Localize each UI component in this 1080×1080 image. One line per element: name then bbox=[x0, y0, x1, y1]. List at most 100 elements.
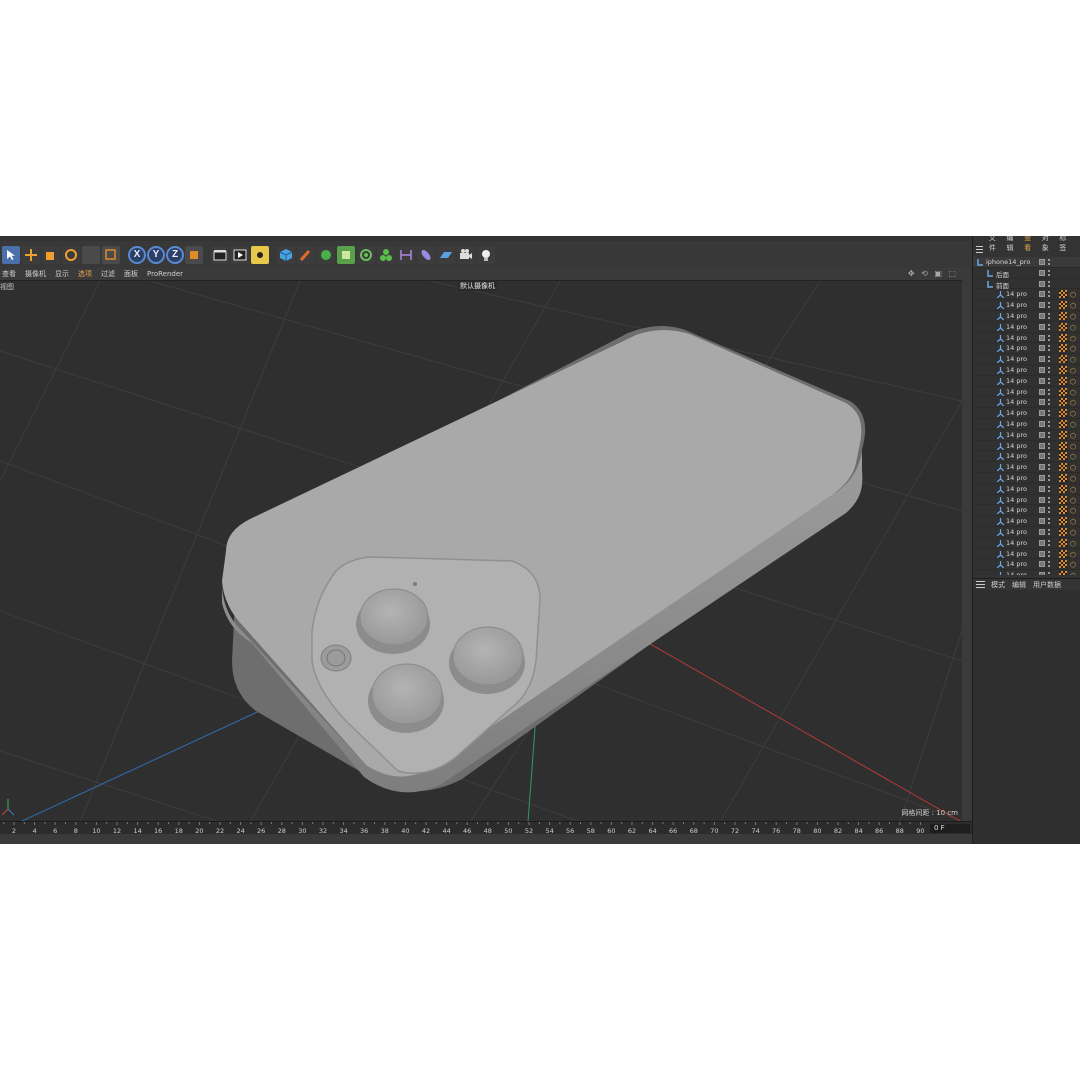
object-row[interactable]: 后面 bbox=[973, 268, 1080, 279]
material-tag-icon[interactable] bbox=[1059, 484, 1067, 493]
object-tool-icon[interactable] bbox=[82, 245, 100, 264]
visibility-checkbox[interactable] bbox=[1039, 420, 1045, 427]
move-icon[interactable] bbox=[22, 245, 40, 264]
phong-tag-icon[interactable]: ⬡ bbox=[1070, 486, 1076, 494]
phong-tag-icon[interactable]: ⬡ bbox=[1070, 356, 1076, 364]
phong-tag-icon[interactable]: ⬡ bbox=[1070, 410, 1076, 418]
generator-icon[interactable] bbox=[317, 245, 335, 264]
menu-icon[interactable] bbox=[976, 581, 985, 588]
phong-tag-icon[interactable]: ⬡ bbox=[1070, 367, 1076, 375]
menu-icon[interactable] bbox=[976, 246, 983, 253]
visibility-checkbox[interactable] bbox=[1039, 572, 1045, 575]
phong-tag-icon[interactable]: ⬡ bbox=[1070, 475, 1076, 483]
editor-render-dots-icon[interactable] bbox=[1048, 398, 1050, 406]
material-tag-icon[interactable] bbox=[1059, 571, 1067, 575]
viewmenu-filter[interactable]: 过滤 bbox=[101, 269, 115, 279]
material-tag-icon[interactable] bbox=[1059, 301, 1067, 310]
editor-render-dots-icon[interactable] bbox=[1048, 301, 1050, 309]
object-row[interactable]: 14 pro ⬡ bbox=[973, 441, 1080, 452]
material-tag-icon[interactable] bbox=[1059, 463, 1067, 472]
viewport-scrollbar[interactable] bbox=[962, 280, 972, 821]
material-tag-icon[interactable] bbox=[1059, 495, 1067, 504]
object-row[interactable]: 14 pro ⬡ bbox=[973, 311, 1080, 322]
measure-icon[interactable] bbox=[397, 245, 415, 264]
object-row[interactable]: 14 pro ⬡ bbox=[973, 354, 1080, 365]
phong-tag-icon[interactable]: ⬡ bbox=[1070, 302, 1076, 310]
phong-tag-icon[interactable]: ⬡ bbox=[1070, 432, 1076, 440]
visibility-checkbox[interactable] bbox=[1039, 291, 1045, 298]
material-tag-icon[interactable] bbox=[1059, 538, 1067, 547]
phong-tag-icon[interactable]: ⬡ bbox=[1070, 518, 1076, 526]
rotate-icon[interactable] bbox=[62, 245, 80, 264]
editor-render-dots-icon[interactable] bbox=[1048, 269, 1050, 277]
object-row[interactable]: 14 pro ⬡ bbox=[973, 516, 1080, 527]
material-tag-icon[interactable] bbox=[1059, 419, 1067, 428]
editor-render-dots-icon[interactable] bbox=[1048, 431, 1050, 439]
phong-tag-icon[interactable]: ⬡ bbox=[1070, 389, 1076, 397]
viewport-nav-icons[interactable]: ✥ ⟲ ▣ ⬚ bbox=[908, 269, 958, 278]
objmenu-file[interactable]: 文件 bbox=[989, 236, 1000, 253]
editor-render-dots-icon[interactable] bbox=[1048, 506, 1050, 514]
visibility-checkbox[interactable] bbox=[1039, 550, 1045, 557]
visibility-checkbox[interactable] bbox=[1039, 302, 1045, 309]
editor-render-dots-icon[interactable] bbox=[1048, 550, 1050, 558]
render-view-icon[interactable] bbox=[231, 245, 249, 264]
phong-tag-icon[interactable]: ⬡ bbox=[1070, 464, 1076, 472]
phong-tag-icon[interactable]: ⬡ bbox=[1070, 324, 1076, 332]
phong-tag-icon[interactable]: ⬡ bbox=[1070, 507, 1076, 515]
material-tag-icon[interactable] bbox=[1059, 387, 1067, 396]
visibility-checkbox[interactable] bbox=[1039, 485, 1045, 492]
phong-tag-icon[interactable]: ⬡ bbox=[1070, 345, 1076, 353]
visibility-checkbox[interactable] bbox=[1039, 312, 1045, 319]
visibility-checkbox[interactable] bbox=[1039, 453, 1045, 460]
current-frame-field[interactable]: 0 F bbox=[930, 824, 970, 833]
clapboard-icon[interactable] bbox=[211, 245, 229, 264]
render-region-icon[interactable] bbox=[102, 245, 120, 264]
objmenu-view[interactable]: 查看 bbox=[1024, 236, 1035, 253]
visibility-checkbox[interactable] bbox=[1039, 388, 1045, 395]
material-tag-icon[interactable] bbox=[1059, 333, 1067, 342]
attrmenu-edit[interactable]: 编辑 bbox=[1012, 580, 1026, 590]
visibility-checkbox[interactable] bbox=[1039, 496, 1045, 503]
material-tag-icon[interactable] bbox=[1059, 376, 1067, 385]
phong-tag-icon[interactable]: ⬡ bbox=[1070, 291, 1076, 299]
object-row-root[interactable]: iphone14_pro bbox=[973, 257, 1080, 268]
viewmenu-options[interactable]: 选项 bbox=[78, 269, 92, 279]
object-row[interactable]: 14 pro ⬡ bbox=[973, 538, 1080, 549]
cube-icon[interactable] bbox=[277, 245, 295, 264]
object-row[interactable]: 14 pro ⬡ bbox=[973, 462, 1080, 473]
phong-tag-icon[interactable]: ⬡ bbox=[1070, 540, 1076, 548]
object-row[interactable]: 14 pro ⬡ bbox=[973, 451, 1080, 463]
material-tag-icon[interactable] bbox=[1059, 517, 1067, 526]
material-tag-icon[interactable] bbox=[1059, 322, 1067, 331]
object-row[interactable]: 14 pro ⬡ bbox=[973, 387, 1080, 398]
visibility-checkbox[interactable] bbox=[1039, 345, 1045, 352]
material-tag-icon[interactable] bbox=[1059, 344, 1067, 353]
material-tag-icon[interactable] bbox=[1059, 560, 1067, 569]
object-row[interactable]: 14 pro ⬡ bbox=[973, 559, 1080, 571]
scene-icon[interactable] bbox=[357, 245, 375, 264]
phong-tag-icon[interactable]: ⬡ bbox=[1070, 443, 1076, 451]
material-tag-icon[interactable] bbox=[1059, 452, 1067, 461]
editor-render-dots-icon[interactable] bbox=[1048, 452, 1050, 460]
phong-tag-icon[interactable]: ⬡ bbox=[1070, 572, 1076, 575]
visibility-checkbox[interactable] bbox=[1039, 528, 1045, 535]
editor-render-dots-icon[interactable] bbox=[1048, 496, 1050, 504]
editor-render-dots-icon[interactable] bbox=[1048, 571, 1050, 575]
visibility-checkbox[interactable] bbox=[1039, 280, 1045, 287]
editor-render-dots-icon[interactable] bbox=[1048, 334, 1050, 342]
attrmenu-userdata[interactable]: 用户数据 bbox=[1033, 580, 1061, 590]
visibility-checkbox[interactable] bbox=[1039, 377, 1045, 384]
visibility-checkbox[interactable] bbox=[1039, 356, 1045, 363]
visibility-checkbox[interactable] bbox=[1039, 518, 1045, 525]
editor-render-dots-icon[interactable] bbox=[1048, 312, 1050, 320]
capsule-icon[interactable] bbox=[417, 245, 435, 264]
light-icon[interactable] bbox=[477, 245, 495, 264]
axis-z-toggle[interactable]: Z bbox=[166, 245, 184, 264]
object-row[interactable]: 14 pro ⬡ bbox=[973, 322, 1080, 333]
visibility-checkbox[interactable] bbox=[1039, 323, 1045, 330]
visibility-checkbox[interactable] bbox=[1039, 410, 1045, 417]
editor-render-dots-icon[interactable] bbox=[1048, 463, 1050, 471]
material-tag-icon[interactable] bbox=[1059, 527, 1067, 536]
camera-icon[interactable] bbox=[457, 245, 475, 264]
